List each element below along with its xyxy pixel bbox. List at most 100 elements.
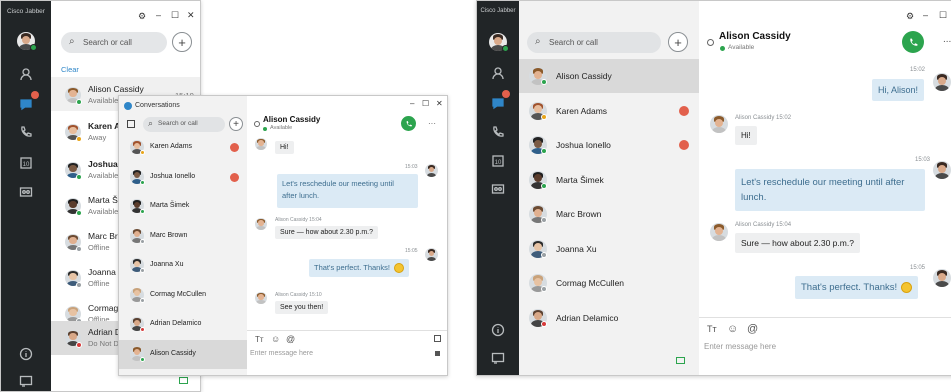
- text-format-icon[interactable]: Tт: [255, 335, 264, 344]
- list-item[interactable]: Cormag McCullen: [519, 266, 699, 300]
- brand-label: Cisco Jabber: [480, 8, 516, 14]
- calendar-icon[interactable]: [127, 120, 135, 128]
- chats-icon[interactable]: [19, 97, 33, 111]
- clear-link[interactable]: Clear: [61, 65, 79, 74]
- avatar: [255, 218, 267, 230]
- smiley-emoji-icon: [901, 282, 913, 293]
- minimize-button[interactable]: –: [923, 10, 928, 20]
- contacts-icon[interactable]: [491, 66, 505, 80]
- avatar: [255, 292, 267, 304]
- calls-icon[interactable]: [491, 125, 505, 139]
- maximize-button[interactable]: ☐: [939, 10, 947, 21]
- contact-status: Available: [88, 96, 119, 105]
- contact-name: Alison Cassidy: [88, 84, 144, 94]
- message-bubble: That's perfect. Thanks!: [309, 259, 409, 278]
- settings-gear-icon[interactable]: ⚙: [138, 11, 146, 22]
- screen-share-icon[interactable]: [19, 374, 33, 388]
- list-item[interactable]: Adrian Delamico: [519, 301, 699, 335]
- meetings-icon[interactable]: 10: [19, 156, 33, 170]
- compose-input[interactable]: Enter message here: [704, 342, 776, 351]
- contact-status: Away: [88, 133, 107, 142]
- message-bubble: Hi, Alison!: [872, 79, 925, 101]
- conv-list-item[interactable]: Adrian Delamico: [119, 310, 247, 339]
- lock-icon: [435, 351, 440, 356]
- contact-status: Do Not D: [88, 339, 119, 348]
- list-item[interactable]: Karen Adams: [519, 94, 699, 128]
- emoji-icon[interactable]: ☺: [727, 323, 738, 335]
- settings-gear-icon[interactable]: ⚙: [906, 11, 914, 22]
- meetings-icon[interactable]: 10: [491, 154, 505, 168]
- main-window-right: Cisco Jabber 10 ⌕ Search or call + Aliso…: [476, 0, 951, 376]
- avatar: [933, 73, 951, 91]
- info-icon[interactable]: [19, 347, 33, 361]
- chats-icon[interactable]: [491, 96, 505, 110]
- list-item[interactable]: Joanna Xu: [519, 232, 699, 266]
- mention-icon[interactable]: @: [286, 334, 295, 344]
- contact-name: Marta Ši: [88, 195, 120, 205]
- minimize-button[interactable]: –: [410, 99, 414, 108]
- message-meta: Alison Cassidy 15:04: [735, 222, 792, 228]
- info-icon[interactable]: [254, 121, 260, 127]
- jabber-logo-icon: [124, 102, 132, 110]
- compose-input[interactable]: Enter message here: [250, 350, 313, 357]
- add-button[interactable]: +: [668, 32, 688, 52]
- more-options-icon[interactable]: ···: [428, 119, 436, 128]
- info-icon[interactable]: [491, 323, 505, 337]
- call-button[interactable]: [902, 31, 924, 53]
- chat-status: Available: [728, 44, 755, 51]
- more-options-icon[interactable]: ...: [943, 34, 951, 45]
- list-item[interactable]: Joshua Ionello: [519, 128, 699, 162]
- close-button[interactable]: ✕: [187, 10, 195, 21]
- message-bubble: See you then!: [275, 301, 329, 314]
- search-placeholder: Search or call: [83, 38, 132, 47]
- calls-icon[interactable]: [19, 125, 33, 139]
- contact-name: Cormag McCullen: [556, 278, 625, 288]
- contact-status: Available: [88, 207, 119, 216]
- list-item[interactable]: Marc Brown: [519, 197, 699, 231]
- message-meta: Alison Cassidy 15:02: [735, 115, 792, 121]
- maximize-button[interactable]: ☐: [171, 10, 179, 21]
- avatar: [425, 248, 438, 261]
- message-bubble: Sure — how about 2.30 p.m.?: [275, 226, 378, 239]
- maximize-button[interactable]: ☐: [422, 99, 429, 108]
- contact-name: Karen Adams: [556, 105, 608, 116]
- list-item[interactable]: Marta Šimek: [519, 163, 699, 197]
- conv-list-item[interactable]: Joshua Ionello: [119, 163, 247, 192]
- close-button[interactable]: ✕: [436, 99, 443, 108]
- search-input[interactable]: ⌕ Search or call: [61, 32, 167, 53]
- left-rail: Cisco Jabber 10: [1, 1, 51, 391]
- call-button[interactable]: [401, 116, 416, 131]
- contact-name: Marc Brown: [556, 209, 602, 219]
- message-bubble: Let's reschedule our meeting until after…: [277, 174, 418, 208]
- conv-list-item[interactable]: Marc Brown: [119, 222, 247, 251]
- add-button[interactable]: +: [229, 117, 243, 131]
- conv-list-item[interactable]: Marta Šimek: [119, 192, 247, 221]
- avatar: [255, 138, 267, 150]
- chat-name: Alison Cassidy: [719, 31, 791, 42]
- minimize-button[interactable]: –: [156, 10, 161, 20]
- compose-area: Tт ☺ @ Enter message here: [699, 317, 951, 375]
- conv-list-item[interactable]: Alison Cassidy: [119, 339, 247, 369]
- contact-name: Adrian Delamico: [556, 312, 619, 323]
- contact-name: Adrian Delamico: [150, 320, 202, 327]
- contact-name: Cormag: [88, 303, 119, 313]
- add-button[interactable]: +: [172, 32, 192, 52]
- conv-window-title: Conversations: [135, 102, 180, 109]
- contacts-icon[interactable]: [19, 67, 33, 81]
- search-input[interactable]: ⌕ Search or call: [527, 32, 661, 53]
- screen-share-icon[interactable]: [491, 351, 505, 365]
- popout-icon[interactable]: [434, 335, 441, 342]
- emoji-icon[interactable]: ☺: [271, 334, 280, 344]
- info-icon[interactable]: [707, 39, 714, 46]
- message-time: 15:03: [915, 157, 931, 163]
- conv-list-item[interactable]: Cormag McCullen: [119, 281, 247, 310]
- svg-text:10: 10: [23, 162, 30, 168]
- text-format-icon[interactable]: Tт: [707, 324, 717, 334]
- mention-icon[interactable]: @: [747, 323, 758, 335]
- conv-list-item[interactable]: Joanna Xu: [119, 251, 247, 280]
- voicemail-icon[interactable]: [491, 182, 505, 196]
- voicemail-icon[interactable]: [19, 185, 33, 199]
- list-item[interactable]: Alison Cassidy: [519, 59, 699, 93]
- conv-list-item[interactable]: Karen Adams: [119, 133, 247, 162]
- conv-search-input[interactable]: ⌕ Search or call: [143, 117, 225, 132]
